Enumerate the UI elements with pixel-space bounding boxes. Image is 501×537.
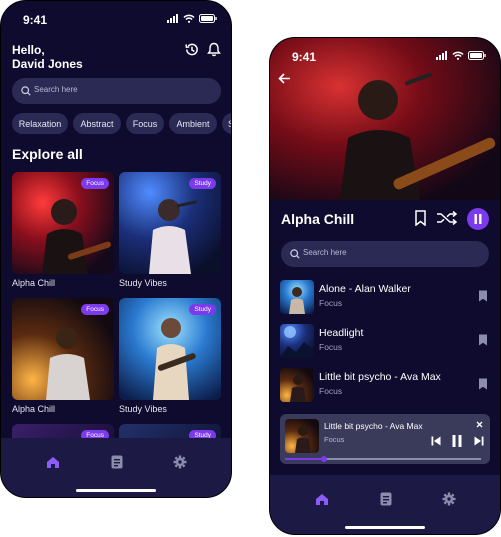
- section-title: Explore all: [12, 146, 83, 162]
- song-row[interactable]: Headlight Focus: [280, 324, 490, 360]
- chip-ambient[interactable]: Ambient: [169, 113, 217, 134]
- song-row[interactable]: Little bit psycho - Ava Max Focus: [280, 368, 490, 404]
- home-indicator: [76, 489, 156, 492]
- chip-focus[interactable]: Focus: [126, 113, 164, 134]
- song-row[interactable]: Alone - Alan Walker Focus: [280, 280, 490, 316]
- card-badge: Study: [189, 304, 216, 315]
- card-title: Alpha Chill: [12, 404, 56, 414]
- search-input[interactable]: Search here: [281, 241, 489, 267]
- card-title: Alpha Chill: [12, 278, 56, 288]
- card-badge: Study: [189, 178, 216, 189]
- battery-icon: [468, 51, 486, 60]
- wifi-icon: [183, 14, 195, 23]
- chip-relaxation[interactable]: Relaxation: [12, 113, 68, 134]
- bottom-nav: [270, 475, 500, 534]
- song-title: Alone - Alan Walker: [319, 283, 411, 295]
- playlist-card-study-vibes[interactable]: Study: [119, 172, 221, 274]
- mini-player-thumbnail: [285, 419, 319, 453]
- status-bar: 9:41: [270, 38, 500, 74]
- status-time: 9:41: [292, 50, 317, 64]
- pause-icon[interactable]: [452, 435, 462, 447]
- mini-player-title: Little bit psycho - Ava Max: [324, 421, 423, 431]
- chip-abstract[interactable]: Abstract: [73, 113, 121, 134]
- song-tag: Focus: [319, 342, 343, 352]
- bookmark-icon[interactable]: [414, 210, 427, 226]
- pause-button[interactable]: [467, 208, 489, 230]
- settings-icon[interactable]: [173, 455, 187, 469]
- signal-icon: [436, 51, 447, 60]
- search-placeholder: Search here: [303, 248, 347, 257]
- progress-knob[interactable]: [321, 455, 328, 462]
- next-icon[interactable]: [474, 436, 484, 446]
- bottom-nav: [1, 438, 231, 497]
- playlist-card-study-vibes[interactable]: Study: [119, 298, 221, 400]
- history-icon[interactable]: [184, 42, 199, 57]
- playlist-title: Alpha Chill: [281, 211, 355, 227]
- card-title: Study Vibes: [119, 404, 167, 414]
- search-input[interactable]: Search here: [12, 78, 221, 104]
- settings-icon[interactable]: [442, 492, 456, 506]
- card-title: Study Vibes: [119, 278, 167, 288]
- greeting-hello: Hello,: [12, 43, 45, 57]
- playlist-card-alpha-chill[interactable]: Focus: [12, 172, 114, 274]
- signal-icon: [167, 14, 178, 23]
- song-title: Headlight: [319, 327, 364, 339]
- library-icon[interactable]: [111, 455, 123, 469]
- progress-track: [285, 455, 481, 462]
- shuffle-icon[interactable]: [436, 211, 458, 225]
- user-name: David Jones: [12, 57, 83, 71]
- card-badge: Focus: [81, 178, 109, 189]
- song-thumbnail: [280, 324, 314, 358]
- song-title: Little bit psycho - Ava Max: [319, 371, 441, 383]
- bell-icon[interactable]: [207, 42, 221, 57]
- song-tag: Focus: [319, 386, 343, 396]
- bookmark-icon[interactable]: [478, 378, 488, 390]
- pause-icon: [474, 214, 482, 224]
- greeting: Hello, David Jones: [12, 43, 83, 71]
- status-time: 9:41: [23, 13, 48, 27]
- previous-icon[interactable]: [431, 436, 441, 446]
- bookmark-icon[interactable]: [478, 290, 488, 302]
- card-badge: Focus: [81, 304, 109, 315]
- search-icon: [290, 249, 300, 259]
- song-tag: Focus: [319, 298, 343, 308]
- progress-fill: [285, 458, 325, 460]
- playlist-screen: 9:41 Alpha Chill Search here Alone - Ala…: [269, 37, 501, 535]
- battery-icon: [199, 14, 217, 23]
- search-placeholder: Search here: [34, 85, 78, 94]
- mini-player[interactable]: Little bit psycho - Ava Max Focus: [280, 414, 490, 464]
- song-thumbnail: [280, 280, 314, 314]
- mini-player-tag: Focus: [324, 435, 345, 444]
- chip-partial[interactable]: S: [222, 113, 231, 134]
- home-icon[interactable]: [46, 456, 60, 469]
- library-icon[interactable]: [380, 492, 392, 506]
- home-icon[interactable]: [315, 493, 329, 506]
- close-icon[interactable]: [476, 421, 483, 428]
- bookmark-icon[interactable]: [478, 334, 488, 346]
- home-screen: 9:41 Hello, David Jones Search here Rela…: [0, 0, 232, 498]
- playlist-card-alpha-chill[interactable]: Focus: [12, 298, 114, 400]
- back-arrow-icon[interactable]: [278, 73, 291, 84]
- home-indicator: [345, 526, 425, 529]
- song-thumbnail: [280, 368, 314, 402]
- status-bar: 9:41: [1, 1, 231, 37]
- search-icon: [21, 86, 31, 96]
- wifi-icon: [452, 51, 464, 60]
